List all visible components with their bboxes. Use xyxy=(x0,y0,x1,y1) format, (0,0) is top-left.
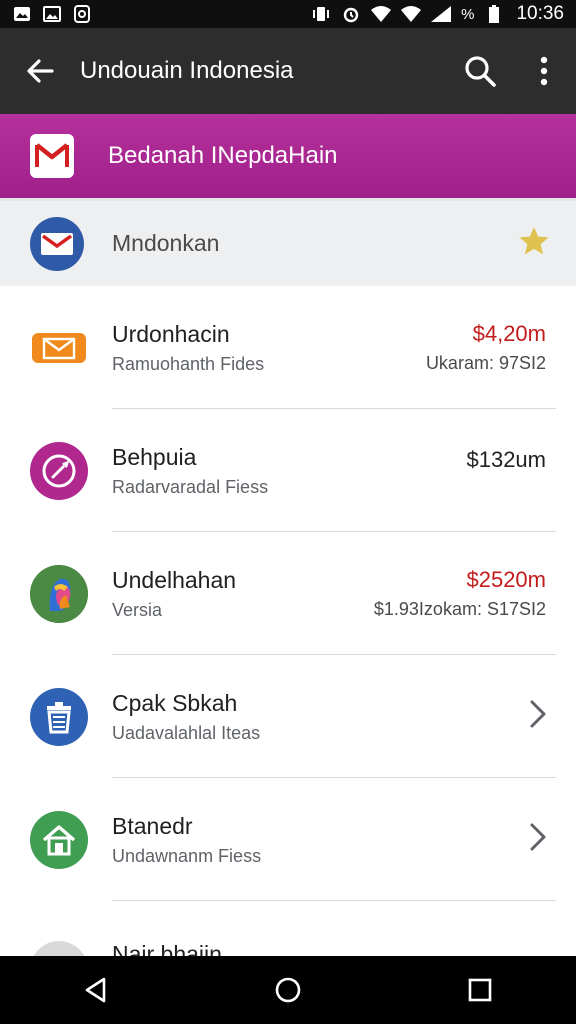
list-item-title: Cpak Sbkah xyxy=(112,689,238,716)
colorful-logo-icon xyxy=(30,564,88,623)
search-icon xyxy=(465,56,496,87)
list-item-meta: $1.93Izokam: S17SI2 xyxy=(373,599,546,619)
vibrate-icon xyxy=(311,5,331,23)
pinned-item[interactable]: Mndonkan xyxy=(0,198,576,286)
list-item-subtitle: Undawnanm Fiess xyxy=(112,845,262,866)
list-item-title: Urdonhacin xyxy=(112,320,230,347)
status-bar: % 10:36 xyxy=(0,0,576,28)
square-recents-icon xyxy=(468,978,492,1002)
overflow-menu-button[interactable] xyxy=(512,28,576,114)
photo-notification-icon xyxy=(12,5,32,23)
battery-percent: % xyxy=(461,5,475,23)
compass-icon xyxy=(30,441,88,500)
list-item-subtitle: Radarvaradal Fiess xyxy=(112,476,269,497)
circle-home-icon xyxy=(275,977,301,1003)
more-vert-icon xyxy=(540,56,548,86)
nav-recents-button[interactable] xyxy=(450,960,510,1020)
triangle-back-icon xyxy=(85,977,106,1003)
wifi-icon xyxy=(371,5,392,23)
app-bar: Undouain Indonesia xyxy=(0,28,576,114)
search-button[interactable] xyxy=(448,28,512,114)
battery-icon xyxy=(484,5,504,23)
list-item[interactable]: Btanedr Undawnanm Fiess xyxy=(0,778,576,901)
app-notification-icon xyxy=(72,5,92,23)
list-item[interactable]: Behpuia Radarvaradal Fiess $132um xyxy=(0,409,576,532)
star-icon[interactable] xyxy=(518,226,550,261)
arrow-back-icon xyxy=(27,59,54,83)
image-notification-icon xyxy=(42,5,62,23)
banner-title: Bedanah INepdaHain xyxy=(108,142,338,169)
list-item[interactable]: Urdonhacin Ramuohanth Fides $4,20m Ukara… xyxy=(0,286,576,409)
status-bar-notifications xyxy=(12,5,92,23)
status-time: 10:36 xyxy=(516,3,564,24)
chevron-right-icon[interactable] xyxy=(528,699,548,734)
status-bar-system: % 10:36 xyxy=(311,3,564,25)
list-item-title: Undelhahan xyxy=(112,566,237,593)
list-item-meta: Ukaram: 97SI2 xyxy=(425,353,546,373)
envelope-icon xyxy=(30,318,88,377)
signal-wifi-icon xyxy=(401,5,422,23)
list-item-subtitle: Versia xyxy=(112,599,163,620)
alarm-icon xyxy=(341,5,361,23)
list-item-title: Btanedr xyxy=(112,812,193,839)
list-item[interactable]: Undelhahan Versia $2520m $1.93Izokam: S1… xyxy=(0,532,576,655)
trash-bin-icon xyxy=(30,687,88,746)
pinned-item-label: Mndonkan xyxy=(112,230,220,256)
list-item-subtitle: Ramuohanth Fides xyxy=(112,353,265,374)
list-item-amount: $2520m xyxy=(466,567,546,592)
list-item-amount: $132um xyxy=(466,447,546,472)
list-item-title: Behpuia xyxy=(112,443,197,470)
list-item[interactable]: Cpak Sbkah Uadavalahlal Iteas xyxy=(0,655,576,778)
cell-signal-icon xyxy=(431,5,452,23)
item-list: Urdonhacin Ramuohanth Fides $4,20m Ukara… xyxy=(0,286,576,1024)
nav-back-button[interactable] xyxy=(66,960,126,1020)
chevron-right-icon[interactable] xyxy=(528,822,548,857)
list-item-amount: $4,20m xyxy=(472,321,546,346)
system-nav-bar xyxy=(0,956,576,1024)
mail-logo-icon xyxy=(30,134,74,178)
mail-avatar-icon xyxy=(30,216,84,271)
back-button[interactable] xyxy=(0,28,80,114)
nav-home-button[interactable] xyxy=(258,960,318,1020)
account-banner[interactable]: Bedanah INepdaHain xyxy=(0,114,576,198)
list-item-subtitle: Uadavalahlal Iteas xyxy=(112,722,261,743)
home-icon xyxy=(30,810,88,869)
page-title: Undouain Indonesia xyxy=(80,57,294,84)
